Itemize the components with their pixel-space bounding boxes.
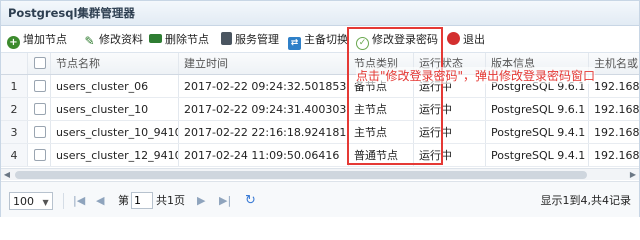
- pencil-icon: ✎: [84, 34, 95, 48]
- cell-node-type: 普通节点: [349, 144, 414, 166]
- delete-node-label: 删除节点: [165, 33, 209, 46]
- row-number: 2: [1, 98, 28, 120]
- page-size-select[interactable]: 100 ▼: [9, 192, 53, 210]
- minus-icon: [149, 34, 162, 43]
- cell-created-time: 2017-02-22 09:24:32.501853: [179, 75, 349, 97]
- cell-node-type: 主节点: [349, 98, 414, 120]
- change-password-button[interactable]: ✓ 修改登录密码: [356, 30, 438, 50]
- delete-node-button[interactable]: 删除节点: [149, 30, 209, 49]
- cell-status: 运行中: [414, 121, 486, 143]
- page-prefix: 第: [118, 194, 129, 207]
- row-checkbox[interactable]: [34, 103, 46, 115]
- service-management-label: 服务管理: [235, 33, 279, 46]
- server-icon: [221, 32, 232, 45]
- page-number-input[interactable]: [131, 192, 153, 209]
- scroll-left-icon[interactable]: ◀: [1, 169, 13, 181]
- add-node-label: 增加节点: [23, 33, 67, 46]
- service-management-button[interactable]: 服务管理: [221, 30, 279, 49]
- prev-page-icon[interactable]: ◀: [96, 192, 104, 210]
- row-checkbox[interactable]: [34, 126, 46, 138]
- table-row[interactable]: 4 users_cluster_12_9410 2017-02-24 11:09:5…: [1, 144, 639, 167]
- cell-node-name: users_cluster_06: [51, 75, 179, 97]
- table-row[interactable]: 3 users_cluster_10_9410 2017-02-22 22:16:1…: [1, 121, 639, 144]
- switch-primary-label: 主备切换: [304, 33, 348, 46]
- row-checkbox-cell: [28, 75, 51, 97]
- row-number: 4: [1, 144, 28, 166]
- row-checkbox[interactable]: [34, 80, 46, 92]
- cell-status: 运行中: [414, 98, 486, 120]
- cell-host: 192.168.1: [594, 80, 639, 93]
- horizontal-scrollbar[interactable]: ◀ ▶: [1, 168, 639, 180]
- header-host[interactable]: 主机名或IP: [589, 53, 639, 74]
- annotation-text: 点击"修改登录密码"，弹出修改登录密码窗口: [356, 67, 596, 84]
- panel-title: Postgresql集群管理器: [1, 1, 639, 26]
- cell-node-name: users_cluster_10_9410: [51, 121, 179, 143]
- row-checkbox-cell: [28, 144, 51, 166]
- cell-host: 192.168.1: [594, 126, 639, 139]
- exit-button[interactable]: 退出: [447, 30, 485, 49]
- edit-info-button[interactable]: ✎ 修改资料: [83, 30, 143, 49]
- cell-node-name: users_cluster_10: [51, 98, 179, 120]
- exit-label: 退出: [463, 33, 485, 46]
- record-summary: 显示1到4,共4记录: [540, 194, 632, 207]
- toolbar: + 增加节点 ✎ 修改资料 删除节点 服务管理 ⇄ 主备切换 ✓ 修改登录密码 退出: [1, 26, 639, 53]
- cell-host: 192.168.1: [594, 103, 639, 116]
- cell-status: 运行中: [414, 144, 486, 166]
- header-created-time[interactable]: 建立时间: [179, 53, 349, 74]
- row-number: 3: [1, 121, 28, 143]
- cell-node-type: 主节点: [349, 121, 414, 143]
- cell-version: PostgreSQL 9.4.1 on: [486, 121, 589, 143]
- cell-created-time: 2017-02-22 22:16:18.924181: [179, 121, 349, 143]
- cell-version: PostgreSQL 9.6.1 on: [486, 98, 589, 120]
- cell-created-time: 2017-02-22 09:24:31.400303: [179, 98, 349, 120]
- cell-node-name: users_cluster_12_9410: [51, 144, 179, 166]
- scroll-thumb[interactable]: [15, 171, 587, 179]
- switch-icon: ⇄: [288, 37, 301, 50]
- scroll-right-icon[interactable]: ▶: [627, 169, 639, 181]
- check-circle-icon: ✓: [356, 37, 369, 50]
- page-total: 共1页: [156, 194, 185, 207]
- refresh-icon[interactable]: ↻: [245, 192, 256, 210]
- chevron-down-icon: ▼: [42, 198, 49, 207]
- row-checkbox[interactable]: [34, 149, 46, 161]
- select-all-checkbox[interactable]: [34, 57, 46, 69]
- switch-primary-button[interactable]: ⇄ 主备切换: [288, 30, 348, 50]
- next-page-icon[interactable]: ▶: [197, 192, 205, 210]
- plus-icon: +: [7, 36, 20, 49]
- first-page-icon[interactable]: |◀: [73, 192, 85, 210]
- cell-created-time: 2017-02-24 11:09:50.06416: [179, 144, 349, 166]
- pagination-bar: 100 ▼ |◀ ◀ 第 共1页 ▶ ▶| ↻ 显示1到4,共4记录: [1, 181, 639, 217]
- header-checkbox-cell: [28, 53, 51, 74]
- pager-divider: [63, 193, 64, 209]
- cell-version: PostgreSQL 9.4.1 on: [486, 144, 589, 166]
- edit-info-label: 修改资料: [99, 33, 143, 46]
- header-rownum: [1, 53, 28, 74]
- cell-host: 192.168.1: [594, 149, 639, 162]
- add-node-button[interactable]: + 增加节点: [7, 30, 67, 49]
- row-checkbox-cell: [28, 98, 51, 120]
- header-node-name[interactable]: 节点名称: [51, 53, 179, 74]
- cluster-manager-panel: Postgresql集群管理器 + 增加节点 ✎ 修改资料 删除节点 服务管理 ⇄ 主…: [0, 0, 640, 217]
- stop-icon: [447, 32, 460, 45]
- table-row[interactable]: 2 users_cluster_10 2017-02-22 09:24:31.400…: [1, 98, 639, 121]
- row-checkbox-cell: [28, 121, 51, 143]
- last-page-icon[interactable]: ▶|: [219, 192, 231, 210]
- row-number: 1: [1, 75, 28, 97]
- change-password-label: 修改登录密码: [372, 33, 438, 46]
